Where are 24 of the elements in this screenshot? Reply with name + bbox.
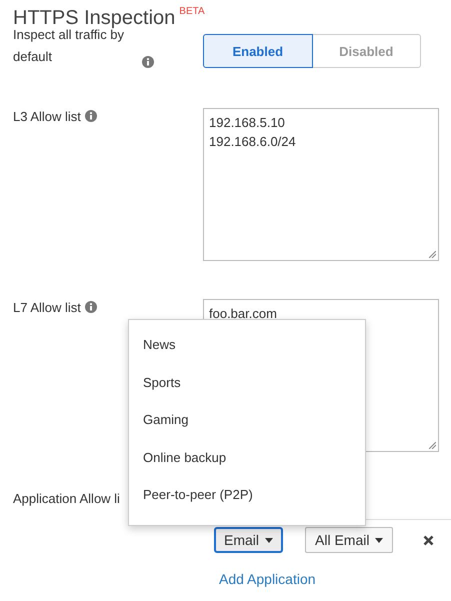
- menu-item[interactable]: Gaming: [129, 401, 365, 438]
- resize-grip-icon[interactable]: [429, 251, 436, 258]
- text-area[interactable]: 192.168.5.10 192.168.6.0/24: [203, 108, 439, 261]
- info-icon[interactable]: [84, 110, 97, 122]
- menu-item[interactable]: Online backup: [129, 438, 365, 476]
- toggle-option[interactable]: Enabled: [203, 34, 312, 68]
- category-dropdown[interactable]: Email: [214, 527, 284, 553]
- caret-icon: [265, 538, 274, 542]
- field-label: Inspect all traffic by default: [13, 27, 124, 66]
- info-icon[interactable]: [142, 56, 154, 68]
- add-application-link[interactable]: Add Application: [219, 571, 316, 587]
- close-icon[interactable]: [423, 534, 434, 546]
- field-label: L7 Allow list: [13, 300, 81, 315]
- info-icon[interactable]: [84, 301, 97, 313]
- application-dropdown[interactable]: All Email: [305, 527, 394, 553]
- menu-item[interactable]: News: [129, 326, 365, 364]
- resize-grip-icon[interactable]: [429, 442, 436, 449]
- menu-item[interactable]: Sports: [129, 364, 365, 401]
- caret-icon: [375, 538, 384, 542]
- beta-label: BETA: [179, 5, 205, 19]
- field-label: L3 Allow list: [13, 109, 81, 124]
- field-label: Application Allow li: [13, 491, 120, 506]
- section-title: HTTPS Inspection: [13, 6, 176, 30]
- menu-item[interactable]: Peer-to-peer (P2P): [129, 476, 365, 514]
